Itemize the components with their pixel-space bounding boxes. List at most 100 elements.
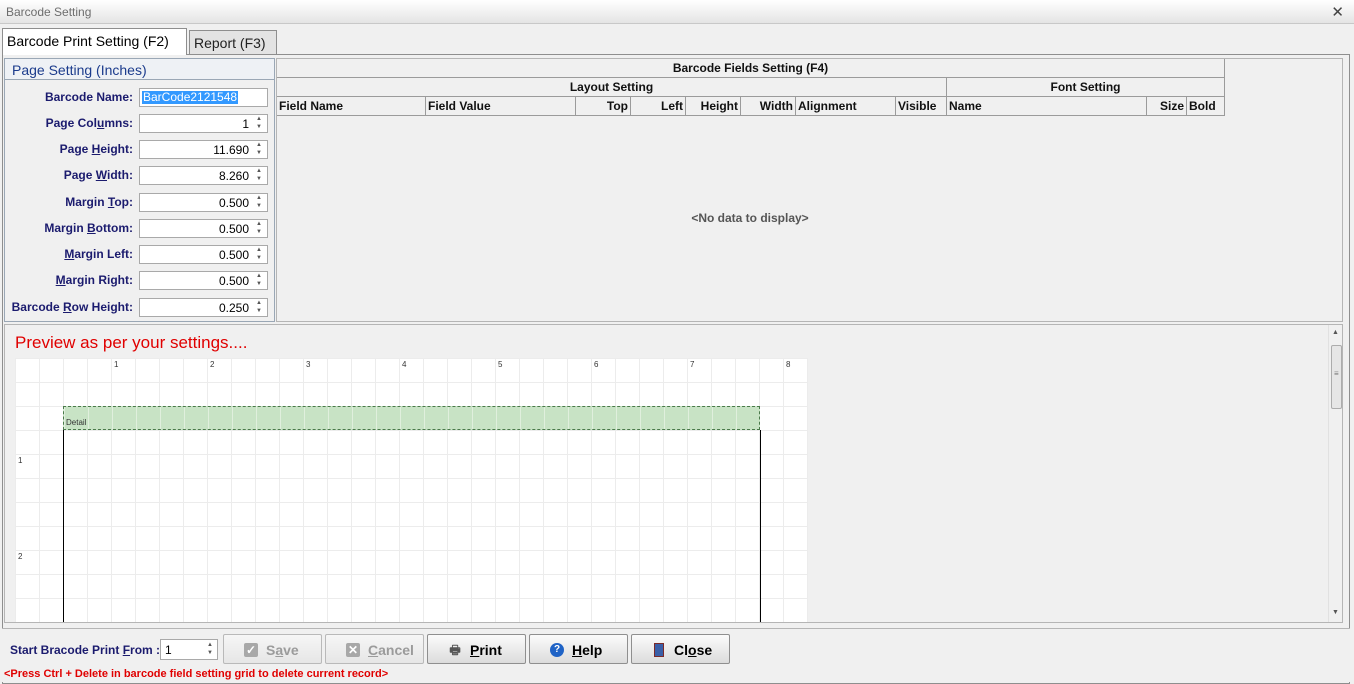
spinner-arrows-icon[interactable]: ▲ ▼ bbox=[254, 115, 264, 131]
page-columns-spinner[interactable]: 1 ▲ ▼ bbox=[139, 114, 268, 133]
page-left-edge bbox=[63, 430, 64, 622]
barcode-row-height-spinner[interactable]: 0.250 ▲ ▼ bbox=[139, 298, 268, 317]
scrollbar-thumb[interactable]: ≡ bbox=[1331, 345, 1342, 409]
page-setting-title: Page Setting (Inches) bbox=[12, 62, 147, 78]
scroll-down-icon[interactable]: ▼ bbox=[1332, 609, 1339, 616]
col-field-name[interactable]: Field Name bbox=[277, 97, 426, 116]
barcode-fields-grid[interactable]: Barcode Fields Setting (F4) Layout Setti… bbox=[276, 58, 1343, 322]
page-columns-value: 1 bbox=[242, 117, 249, 131]
col-field-value[interactable]: Field Value bbox=[426, 97, 576, 116]
col-width[interactable]: Width bbox=[741, 97, 796, 116]
font-setting-header: Font Setting bbox=[947, 78, 1225, 97]
page-height-spinner[interactable]: 11.690 ▲ ▼ bbox=[139, 140, 268, 159]
help-button[interactable]: ? Help bbox=[529, 634, 628, 664]
help-button-label: Help bbox=[572, 642, 603, 658]
title-bar: Barcode Setting ✕ bbox=[0, 0, 1354, 24]
close-button[interactable]: Close bbox=[631, 634, 730, 664]
detail-band[interactable]: Detail bbox=[63, 406, 760, 430]
page-width-value: 8.260 bbox=[218, 169, 249, 183]
col-alignment[interactable]: Alignment bbox=[796, 97, 896, 116]
ruler-tick: 1 bbox=[114, 360, 119, 369]
ruler-tick: 1 bbox=[18, 456, 23, 465]
col-height[interactable]: Height bbox=[686, 97, 741, 116]
spinner-arrows-icon[interactable]: ▲ ▼ bbox=[254, 220, 264, 236]
margin-right-value: 0.500 bbox=[218, 274, 249, 288]
page-height-value: 11.690 bbox=[213, 143, 249, 157]
ruler-tick: 5 bbox=[498, 360, 503, 369]
cancel-button[interactable]: ✕ Cancel bbox=[325, 634, 424, 664]
save-button[interactable]: ✓ Save bbox=[223, 634, 322, 664]
help-icon: ? bbox=[550, 643, 564, 657]
col-font-name[interactable]: Name bbox=[947, 97, 1147, 116]
ruler-tick: 8 bbox=[786, 360, 791, 369]
save-button-label: Save bbox=[266, 642, 299, 658]
exit-door-icon bbox=[654, 643, 664, 657]
print-button-label: Print bbox=[470, 642, 502, 658]
spinner-arrows-icon[interactable]: ▲ ▼ bbox=[254, 299, 264, 315]
margin-top-value: 0.500 bbox=[218, 196, 249, 210]
layout-setting-header: Layout Setting bbox=[277, 78, 947, 97]
margin-bottom-value: 0.500 bbox=[218, 222, 249, 236]
ruler-tick: 2 bbox=[18, 552, 23, 561]
page-width-label: Page Width: bbox=[63, 168, 133, 182]
grid-empty-text: <No data to display> bbox=[691, 211, 809, 225]
margin-bottom-label: Margin Bottom: bbox=[44, 221, 133, 235]
grip-icon: ≡ bbox=[1334, 369, 1339, 378]
col-top[interactable]: Top bbox=[576, 97, 631, 116]
barcode-row-height-value: 0.250 bbox=[218, 301, 249, 315]
margin-right-spinner[interactable]: 0.500 ▲ ▼ bbox=[139, 271, 268, 290]
printer-icon: 🖶 bbox=[449, 643, 461, 657]
ruler-tick: 6 bbox=[594, 360, 599, 369]
scroll-up-icon[interactable]: ▲ bbox=[1332, 329, 1339, 336]
tab-report[interactable]: Report (F3) bbox=[189, 30, 277, 54]
col-visible[interactable]: Visible bbox=[896, 97, 947, 116]
spinner-arrows-icon[interactable]: ▲ ▼ bbox=[254, 246, 264, 262]
spinner-arrows-icon[interactable]: ▲ ▼ bbox=[254, 141, 264, 157]
page-columns-label: Page Columns: bbox=[45, 116, 133, 130]
window-title: Barcode Setting bbox=[6, 5, 92, 19]
ruler-tick: 4 bbox=[402, 360, 407, 369]
barcode-name-label: Barcode Name: bbox=[44, 90, 133, 104]
start-print-spinner[interactable]: 1 ▲ ▼ bbox=[160, 639, 218, 660]
page-setting-header: Page Setting (Inches) bbox=[5, 59, 274, 80]
page-width-spinner[interactable]: 8.260 ▲ ▼ bbox=[139, 166, 268, 185]
preview-scrollbar[interactable]: ▲ ≡ ▼ bbox=[1328, 325, 1342, 622]
preview-panel: Preview as per your settings.... 1 2 3 4… bbox=[4, 324, 1343, 623]
page-right-edge bbox=[760, 430, 761, 622]
margin-left-value: 0.500 bbox=[218, 248, 249, 262]
close-icon[interactable]: ✕ bbox=[1331, 3, 1344, 21]
tab-barcode-print-setting[interactable]: Barcode Print Setting (F2) bbox=[2, 28, 187, 55]
margin-bottom-spinner[interactable]: 0.500 ▲ ▼ bbox=[139, 219, 268, 238]
spinner-arrows-icon[interactable]: ▲ ▼ bbox=[254, 194, 264, 210]
close-button-label: Close bbox=[674, 642, 713, 658]
barcode-name-input[interactable]: BarCode2121548 bbox=[139, 88, 268, 107]
print-button[interactable]: 🖶 Print bbox=[427, 634, 526, 664]
preview-title: Preview as per your settings.... bbox=[15, 333, 248, 352]
start-print-value: 1 bbox=[165, 643, 172, 657]
cancel-button-label: Cancel bbox=[368, 642, 414, 658]
margin-top-spinner[interactable]: 0.500 ▲ ▼ bbox=[139, 193, 268, 212]
margin-left-spinner[interactable]: 0.500 ▲ ▼ bbox=[139, 245, 268, 264]
col-size[interactable]: Size bbox=[1147, 97, 1187, 116]
x-icon: ✕ bbox=[346, 643, 360, 657]
ruler-tick: 2 bbox=[210, 360, 215, 369]
margin-right-label: Margin Right: bbox=[55, 273, 133, 287]
spinner-arrows-icon[interactable]: ▲ ▼ bbox=[254, 272, 264, 288]
spinner-arrows-icon[interactable]: ▲ ▼ bbox=[254, 167, 264, 183]
barcode-name-value: BarCode2121548 bbox=[142, 90, 239, 104]
spinner-arrows-icon[interactable]: ▲ ▼ bbox=[207, 641, 213, 657]
page-setting-panel: Page Setting (Inches) Barcode Name: BarC… bbox=[4, 58, 275, 322]
col-bold[interactable]: Bold bbox=[1187, 97, 1225, 116]
margin-top-label: Margin Top: bbox=[65, 195, 133, 209]
col-left[interactable]: Left bbox=[631, 97, 686, 116]
delete-hint: <Press Ctrl + Delete in barcode field se… bbox=[4, 668, 389, 680]
check-icon: ✓ bbox=[244, 643, 258, 657]
detail-band-label: Detail bbox=[66, 418, 87, 427]
grid-title: Barcode Fields Setting (F4) bbox=[277, 59, 1225, 78]
ruler-tick: 7 bbox=[690, 360, 695, 369]
preview-canvas[interactable]: 1 2 3 4 5 6 7 8 1 2 Detail bbox=[15, 358, 808, 622]
start-print-label: Start Bracode Print From : bbox=[10, 643, 161, 657]
ruler-tick: 3 bbox=[306, 360, 311, 369]
page-height-label: Page Height: bbox=[59, 142, 133, 156]
bottom-bar: Start Bracode Print From : 1 ▲ ▼ ✓ Save ✕… bbox=[2, 628, 1350, 682]
